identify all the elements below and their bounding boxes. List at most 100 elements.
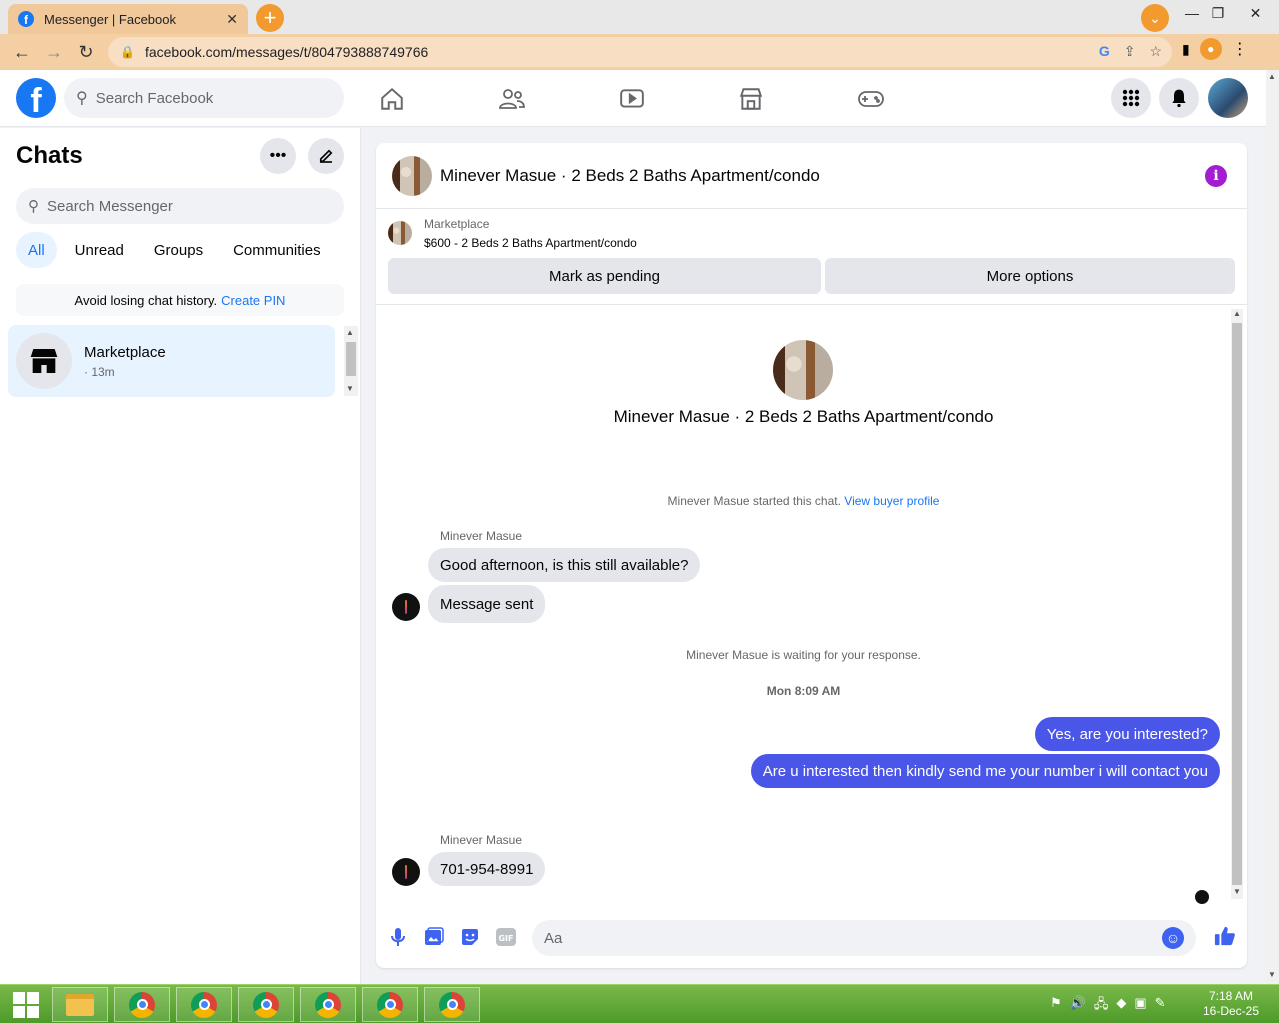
create-pin-link[interactable]: Create PIN [221,293,285,308]
chrome-taskbar-icon[interactable] [300,987,356,1022]
marketplace-icon[interactable] [731,84,771,114]
image-icon[interactable] [424,927,444,947]
notifications-bell-icon[interactable] [1159,78,1199,118]
waiting-notice: Minever Masue is waiting for your respon… [686,648,921,662]
messenger-search-input[interactable]: ⚲ Search Messenger [16,188,344,224]
chrome-taskbar-icon[interactable] [176,987,232,1022]
profile-icon[interactable]: ● [1199,38,1222,60]
filter-groups[interactable]: Groups [142,232,215,268]
scroll-down-icon[interactable]: ▼ [1268,970,1276,979]
network-icon[interactable]: 🖧 [1094,995,1109,1017]
facebook-search-input[interactable]: ⚲ Search Facebook [64,78,344,118]
chrome-taskbar-icon[interactable] [114,987,170,1022]
like-icon[interactable] [1214,925,1236,952]
more-options-icon[interactable]: ••• [260,138,296,174]
listing-label: Marketplace [424,217,490,231]
chat-started-text: Minever Masue started this chat. [667,494,841,508]
gaming-icon[interactable] [851,84,891,114]
forward-icon[interactable]: → [38,36,70,68]
google-icon[interactable]: G [1099,43,1110,60]
message-bubble[interactable]: Good afternoon, is this still available? [428,548,701,582]
message-bubble[interactable]: Message sent [428,585,546,623]
restore-icon[interactable]: ❐ [1206,0,1230,26]
message-composer: GIF Aa ☺ [376,905,1247,968]
listing-thumbnail[interactable] [392,155,432,196]
listing-panel: Marketplace $600 - 2 Beds 2 Baths Apartm… [376,209,1247,305]
action-center-flag-icon[interactable]: ⚑ [1050,995,1062,1017]
pin-notice: Avoid losing chat history. Create PIN [16,284,344,316]
address-bar[interactable]: 🔒 facebook.com/messages/t/80479388874976… [108,37,1172,67]
page-scrollbar[interactable]: ▲ ▼ [1266,70,1279,984]
sticker-icon[interactable] [460,927,480,947]
thread-scrollbar[interactable]: ▲ ▼ [1231,309,1243,899]
side-panel-icon[interactable]: ▮ [1182,41,1190,58]
pen-icon[interactable]: ✎ [1155,995,1166,1017]
volume-icon[interactable]: 🔊 [1070,995,1086,1017]
home-icon[interactable] [372,84,412,114]
chrome-menu-icon[interactable]: ⋮ [1232,39,1248,59]
chrome-taskbar-icon[interactable] [362,987,418,1022]
chat-started-notice: Minever Masue started this chat. View bu… [376,494,1231,508]
chat-list-item[interactable]: Marketplace · 13m [8,325,335,397]
browser-toolbar: ← → ↻ 🔒 facebook.com/messages/t/80479388… [0,34,1279,70]
chrome-taskbar-icon[interactable] [424,987,480,1022]
chrome-taskbar-icon[interactable] [238,987,294,1022]
scrollbar-thumb[interactable] [1232,323,1242,885]
message-bubble-outgoing[interactable]: Are u interested then kindly send me you… [750,754,1220,788]
view-buyer-profile-link[interactable]: View buyer profile [844,494,939,508]
scroll-down-icon[interactable]: ▼ [346,384,354,393]
filter-all[interactable]: All [16,232,57,268]
system-clock[interactable]: 7:18 AM 16-Dec-25 [1196,989,1266,1019]
account-avatar[interactable] [1208,78,1248,118]
system-tray: ⚑ 🔊 🖧 ◆ ▣ ✎ [1050,995,1166,1017]
chat-list-scrollbar[interactable]: ▲ ▼ [344,326,358,396]
seen-indicator-avatar [1195,890,1209,904]
message-bubble[interactable]: 701-954-8991 [428,852,546,886]
watch-icon[interactable] [612,84,652,114]
tray-app-icon[interactable]: ▣ [1134,995,1146,1017]
filter-communities[interactable]: Communities [221,232,333,268]
browser-tab-bar: f Messenger | Facebook ✕ + ⌄ — ❐ ✕ [0,0,1279,34]
scroll-up-icon[interactable]: ▲ [1233,309,1241,318]
window-close-icon[interactable]: ✕ [1232,0,1279,26]
emoji-icon[interactable]: ☺ [1162,927,1184,949]
chats-sidebar: Chats ••• ⚲ Search Messenger All Unread … [0,128,361,984]
close-tab-icon[interactable]: ✕ [226,11,238,28]
bookmark-star-icon[interactable]: ☆ [1149,43,1162,60]
listing-price[interactable]: $600 - 2 Beds 2 Baths Apartment/condo [424,236,637,250]
scroll-down-icon[interactable]: ▼ [1233,887,1241,896]
sender-avatar[interactable] [392,858,420,886]
sender-avatar[interactable] [392,593,420,621]
back-icon[interactable]: ← [6,36,38,68]
windows-start-icon[interactable] [6,989,46,1021]
conversation-header: Minever Masue · 2 Beds 2 Baths Apartment… [376,143,1247,209]
browser-tab[interactable]: f Messenger | Facebook ✕ [8,4,248,34]
gif-icon[interactable]: GIF [496,927,516,947]
minimize-icon[interactable]: — [1180,0,1204,26]
file-explorer-icon[interactable] [52,987,108,1022]
message-bubble-outgoing[interactable]: Yes, are you interested? [1034,717,1220,751]
new-message-icon[interactable] [308,138,344,174]
more-options-button[interactable]: More options [825,258,1235,294]
scroll-up-icon[interactable]: ▲ [346,328,354,337]
info-icon[interactable]: i [1205,165,1227,187]
filter-unread[interactable]: Unread [63,232,136,268]
scroll-up-icon[interactable]: ▲ [1268,72,1276,81]
menu-grid-icon[interactable] [1111,78,1151,118]
reload-icon[interactable]: ↻ [70,36,102,68]
tab-search-button[interactable]: ⌄ [1141,4,1169,32]
friends-icon[interactable] [492,84,532,114]
message-thread: Minever Masue · 2 Beds 2 Baths Apartment… [376,305,1247,905]
tray-app-icon[interactable]: ◆ [1116,995,1126,1017]
share-icon[interactable]: ⇪ [1124,43,1136,60]
message-input-placeholder: Aa [544,929,563,947]
scrollbar-thumb[interactable] [346,342,356,376]
marketplace-store-icon [16,333,72,389]
mark-as-pending-button[interactable]: Mark as pending [388,258,821,294]
mic-icon[interactable] [388,927,408,947]
conversation-title[interactable]: Minever Masue · 2 Beds 2 Baths Apartment… [440,166,820,186]
new-tab-button[interactable]: + [256,4,284,32]
facebook-header: f ⚲ Search Facebook [0,70,1279,127]
message-input[interactable]: Aa ☺ [532,920,1196,956]
facebook-logo[interactable]: f [16,78,56,118]
